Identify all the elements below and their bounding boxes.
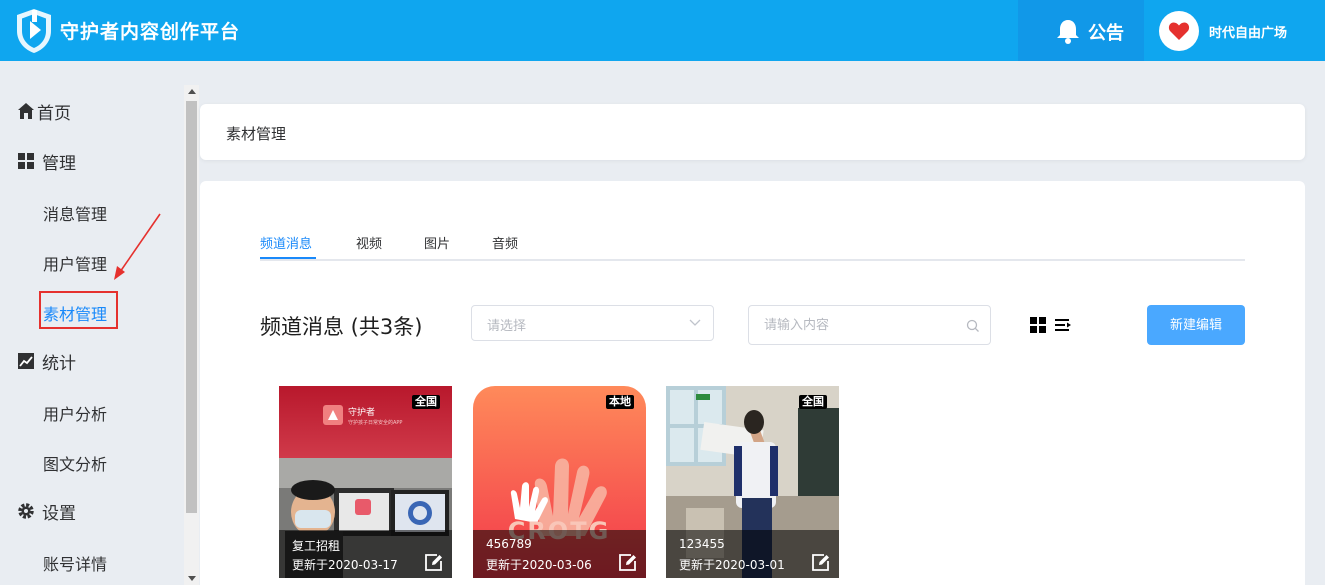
media-caption: 复工招租 更新于2020-03-17 xyxy=(279,530,452,578)
sidebar-item-article-analysis[interactable]: 图文分析 xyxy=(43,451,107,475)
edit-icon[interactable] xyxy=(424,553,443,572)
media-card[interactable]: 守护者 守护孩子日常安全的APP 全国 复工招租 更新于2020-03-17 xyxy=(279,386,452,578)
media-caption: 456789 更新于2020-03-06 xyxy=(473,530,646,578)
user-menu[interactable]: 时代自由广场 xyxy=(1144,0,1325,61)
scope-badge: 本地 xyxy=(606,395,634,409)
thumbnail-promo-name: 守护者 xyxy=(348,406,375,418)
app-title: 守护者内容创作平台 xyxy=(60,21,241,43)
new-edit-button[interactable]: 新建编辑 xyxy=(1147,305,1245,345)
scope-badge: 全国 xyxy=(799,395,827,409)
media-title: 456789 xyxy=(486,537,532,551)
grid-view-icon[interactable] xyxy=(1030,317,1046,333)
sidebar-scrollbar[interactable] xyxy=(184,85,199,585)
shield-logo-icon xyxy=(17,9,51,53)
search-icon[interactable] xyxy=(966,319,980,333)
search-box[interactable] xyxy=(748,305,991,345)
sidebar-item-account[interactable]: 账号详情 xyxy=(43,551,107,575)
sidebar-settings-label: 设置 xyxy=(42,504,76,524)
heart-icon xyxy=(1168,22,1190,40)
highlight-box xyxy=(39,291,118,329)
search-input[interactable] xyxy=(750,307,960,343)
media-date: 更新于2020-03-06 xyxy=(486,558,592,572)
edit-icon[interactable] xyxy=(618,553,637,572)
scroll-thumb[interactable] xyxy=(186,101,197,513)
edit-icon[interactable] xyxy=(811,553,830,572)
avatar[interactable] xyxy=(1159,11,1199,51)
annotation-arrow-icon xyxy=(114,213,161,280)
media-date: 更新于2020-03-17 xyxy=(292,558,398,572)
gear-icon xyxy=(18,503,34,519)
media-card[interactable]: 全国 123455 更新于2020-03-01 xyxy=(666,386,839,578)
bell-icon xyxy=(1057,20,1079,44)
media-caption: 123455 更新于2020-03-01 xyxy=(666,530,839,578)
sidebar-manage-label: 管理 xyxy=(42,154,76,174)
category-select[interactable]: 请选择 xyxy=(471,305,714,341)
thumbnail-promo-slogan: 守护孩子日常安全的APP xyxy=(348,419,402,426)
scroll-up-arrow-icon[interactable] xyxy=(188,89,196,94)
scope-badge: 全国 xyxy=(412,395,440,409)
content-card: 频道消息 视频 图片 音频 频道消息 (共3条) 请选择 新建编辑 xyxy=(200,181,1305,585)
tab-video[interactable]: 视频 xyxy=(356,233,382,252)
tab-active-indicator xyxy=(260,257,316,259)
tab-image[interactable]: 图片 xyxy=(424,233,450,252)
tab-channel[interactable]: 频道消息 xyxy=(260,233,312,252)
sidebar-item-messages[interactable]: 消息管理 xyxy=(43,201,107,225)
media-date: 更新于2020-03-01 xyxy=(679,558,785,572)
notice-label: 公告 xyxy=(1088,23,1124,44)
chart-icon xyxy=(18,353,34,369)
sidebar-item-users[interactable]: 用户管理 xyxy=(43,251,107,275)
tab-audio[interactable]: 音频 xyxy=(492,233,518,252)
username: 时代自由广场 xyxy=(1209,26,1288,41)
sidebar-item-user-analysis[interactable]: 用户分析 xyxy=(43,401,107,425)
tab-bar: 频道消息 视频 图片 音频 xyxy=(260,231,1245,261)
breadcrumb: 素材管理 xyxy=(200,104,1305,160)
scroll-down-arrow-icon[interactable] xyxy=(188,576,196,581)
sidebar-nav: 首页 管理 消息管理 用户管理 素材管理 统计 用户分析 图文分析 设置 账号详… xyxy=(0,85,183,585)
media-card[interactable]: CROTG 本地 456789 更新于2020-03-06 xyxy=(473,386,646,578)
sidebar-home-label: 首页 xyxy=(37,104,71,124)
media-title: 复工招租 xyxy=(292,539,341,553)
grid-icon xyxy=(18,153,34,169)
sidebar-stats-label: 统计 xyxy=(42,354,76,374)
top-bar: 守护者内容创作平台 公告 时代自由广场 xyxy=(0,0,1325,61)
home-icon xyxy=(18,103,34,119)
media-title: 123455 xyxy=(679,537,725,551)
list-view-icon[interactable] xyxy=(1055,317,1072,333)
notice-button[interactable]: 公告 xyxy=(1018,0,1144,61)
section-title: 频道消息 (共3条) xyxy=(260,315,423,339)
chevron-down-icon xyxy=(689,319,701,326)
select-placeholder: 请选择 xyxy=(487,319,527,334)
page-title: 素材管理 xyxy=(226,125,287,143)
